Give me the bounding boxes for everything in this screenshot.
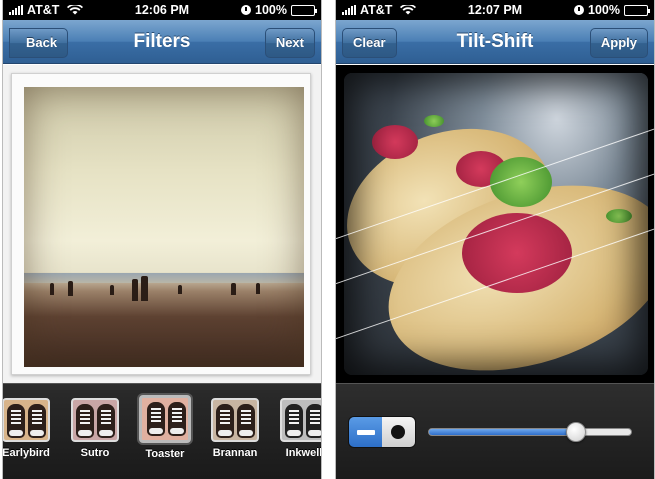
tilt-shift-blur <box>344 73 648 375</box>
radial-mode-icon[interactable] <box>382 417 415 447</box>
shoe-image <box>147 402 165 436</box>
shoe-image <box>216 404 234 438</box>
filter-thumbnail <box>211 398 259 442</box>
status-bar: AT&T 12:07 PM 100% <box>336 0 654 20</box>
next-button[interactable]: Next <box>264 28 315 58</box>
battery-percent: 100% <box>255 3 287 17</box>
tilt-shift-preview[interactable] <box>336 65 654 383</box>
photo-frame <box>11 73 311 375</box>
status-bar: AT&T 12:06 PM 100% <box>3 0 321 20</box>
blur-slider[interactable] <box>428 422 632 442</box>
linear-mode-icon[interactable] <box>349 417 382 447</box>
navigation-bar: Clear Tilt-Shift Apply <box>336 20 654 64</box>
filter-label: Inkwell <box>285 447 322 459</box>
photo-preview-area <box>3 65 321 383</box>
filter-thumbnail <box>71 398 119 442</box>
filter-thumbnail <box>280 398 321 442</box>
filter-sutro[interactable]: Sutro <box>66 398 124 459</box>
filter-thumbnail <box>139 395 191 443</box>
status-right: 100% <box>241 3 317 17</box>
rotation-lock-icon <box>241 5 252 15</box>
shoe-image <box>28 404 46 438</box>
filters-screen: AT&T 12:06 PM 100% Back Filters Next Ear… <box>2 0 322 479</box>
shoe-image <box>285 404 303 438</box>
slider-knob[interactable] <box>566 422 587 442</box>
shoe-image <box>306 404 321 438</box>
shoe-image <box>7 404 25 438</box>
shoe-image <box>168 402 186 436</box>
filter-thumbnail <box>3 398 50 442</box>
battery-percent: 100% <box>588 3 620 17</box>
rotation-lock-icon <box>574 5 585 15</box>
tilt-shift-screen: AT&T 12:07 PM 100% Clear Tilt-Shift Appl… <box>335 0 655 479</box>
filter-label: Brannan <box>212 447 258 459</box>
tilt-mode-toggle[interactable] <box>348 416 416 448</box>
filter-toaster[interactable]: Toaster <box>136 395 194 460</box>
shoe-image <box>76 404 94 438</box>
filter-inkwell[interactable]: Inkwell <box>275 398 322 459</box>
battery-icon <box>291 4 317 16</box>
apply-button[interactable]: Apply <box>589 28 648 58</box>
photo-vignette <box>24 87 304 367</box>
filter-strip[interactable]: Earlybird Sutro Toaster Brannan Inkwell <box>3 383 321 479</box>
tilt-shift-toolbar <box>336 383 654 479</box>
filter-label: Toaster <box>145 448 185 460</box>
status-right: 100% <box>574 3 650 17</box>
filter-label: Sutro <box>80 447 110 459</box>
shoe-image <box>97 404 115 438</box>
slider-fill <box>429 429 577 435</box>
filter-earlybird[interactable]: Earlybird <box>2 398 55 459</box>
tacos-photo <box>344 73 648 375</box>
filter-brannan[interactable]: Brannan <box>206 398 264 459</box>
beach-photo <box>24 87 304 367</box>
navigation-bar: Back Filters Next <box>3 20 321 64</box>
battery-icon <box>624 4 650 16</box>
filter-label: Earlybird <box>2 447 50 459</box>
shoe-image <box>237 404 255 438</box>
